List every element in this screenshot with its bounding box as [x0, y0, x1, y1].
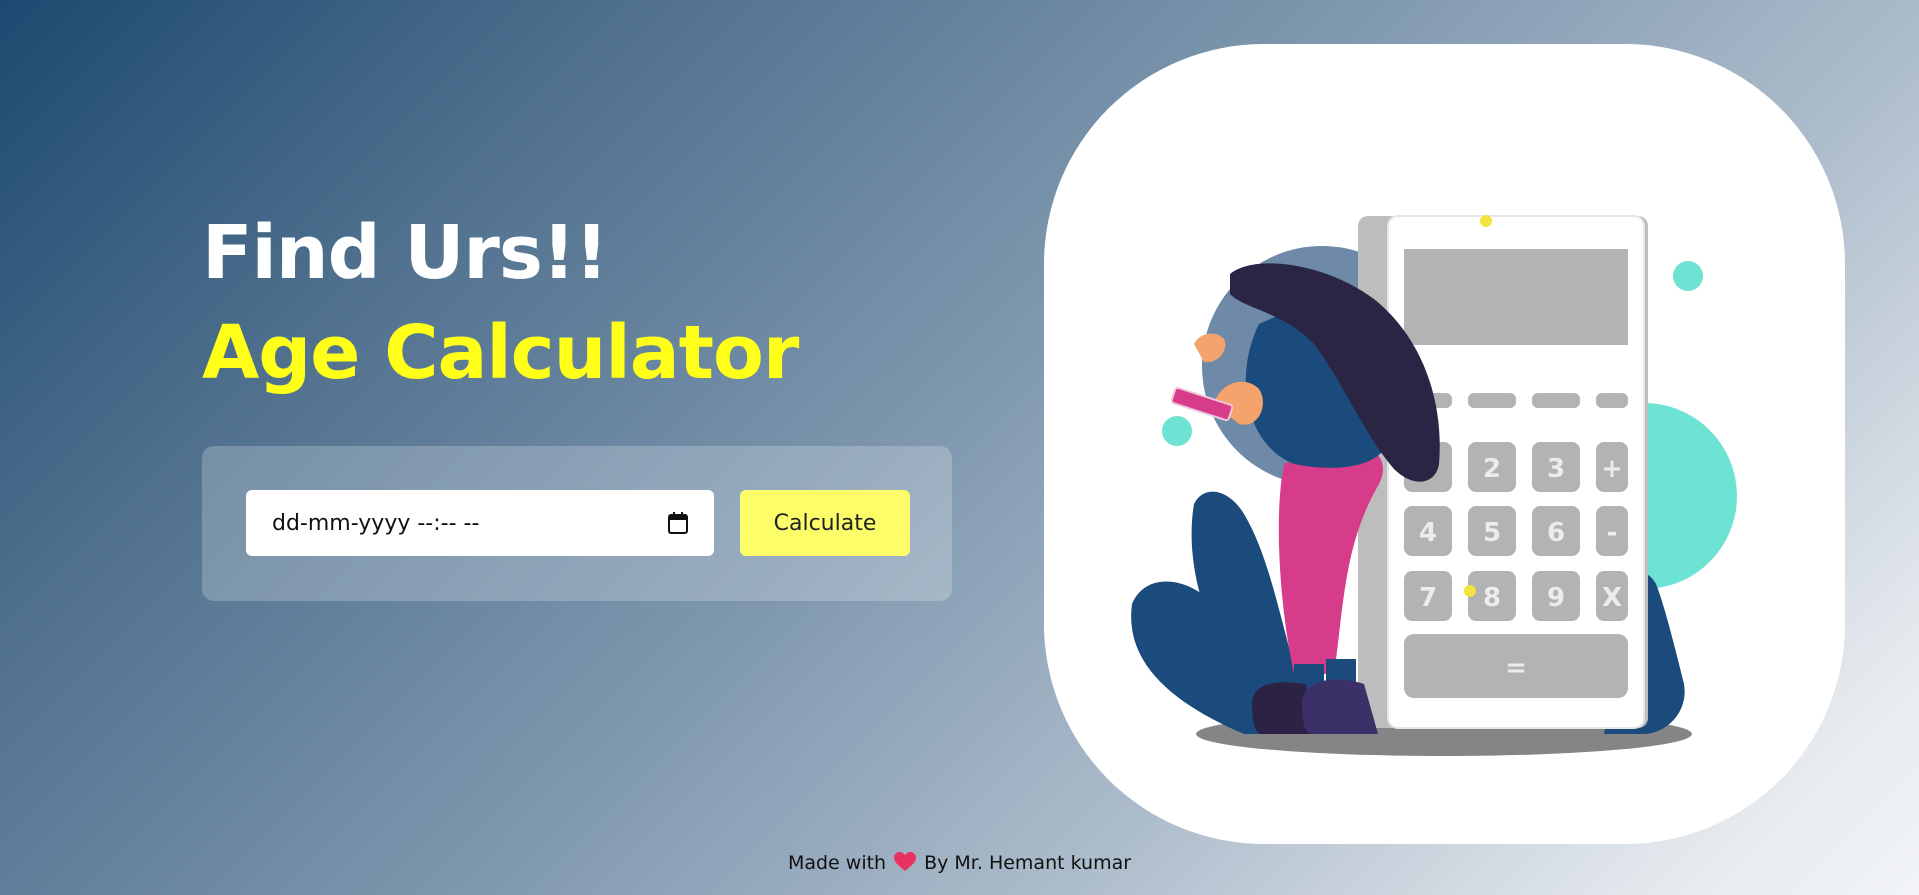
footer-prefix: Made with — [787, 852, 887, 874]
key-4: 4 — [1419, 518, 1437, 548]
footer-author: By Mr. Hemant kumar — [924, 852, 1132, 874]
key-6: 6 — [1547, 518, 1565, 548]
key-equals: = — [1505, 653, 1527, 683]
key-9: 9 — [1547, 583, 1565, 613]
calculate-button[interactable]: Calculate — [740, 490, 910, 556]
key-3: 3 — [1547, 454, 1565, 484]
page-subtitle: Find Urs!! — [202, 210, 608, 296]
page-title: Age Calculator — [202, 310, 799, 396]
key-minus: - — [1607, 518, 1618, 548]
key-7: 7 — [1419, 583, 1437, 613]
age-form-card: dd-mm-yyyy --:-- -- Calculate — [202, 446, 952, 601]
key-5: 5 — [1483, 518, 1501, 548]
footer-credit: Made with By Mr. Hemant kumar — [0, 852, 1919, 877]
hero-heading: Find Urs!! Age Calculator — [202, 200, 962, 390]
key-8: 8 — [1483, 583, 1501, 613]
birth-date-input[interactable]: dd-mm-yyyy --:-- -- — [246, 490, 714, 556]
calculator-illustration-art: 2 3 + 4 5 6 - 7 8 9 X = — [1131, 215, 1737, 756]
calculator-illustration: 2 3 + 4 5 6 - 7 8 9 X = — [1044, 44, 1845, 844]
key-plus: + — [1601, 454, 1623, 484]
key-multiply: X — [1602, 583, 1622, 613]
key-2: 2 — [1483, 454, 1501, 484]
calendar-icon[interactable] — [668, 512, 688, 534]
heart-icon — [894, 852, 917, 877]
date-input-placeholder: dd-mm-yyyy --:-- -- — [272, 510, 480, 536]
